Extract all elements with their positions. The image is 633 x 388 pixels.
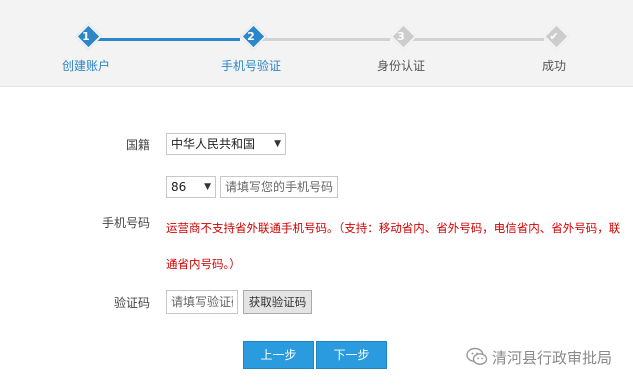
prev-step-button[interactable]: 上一步 — [243, 341, 314, 369]
get-code-button[interactable]: 获取验证码 — [243, 290, 312, 314]
step-label: 创建账户 — [61, 59, 110, 73]
step-label: 手机号验证 — [220, 59, 281, 73]
next-step-button[interactable]: 下一步 — [316, 341, 387, 369]
wechat-icon — [466, 347, 488, 365]
step-number: 1 — [82, 30, 90, 43]
step-number: 2 — [247, 30, 255, 43]
nationality-label: 国籍 — [125, 138, 150, 152]
step-label: 成功 — [541, 59, 566, 73]
country-code-value: 86 — [171, 180, 187, 194]
verification-code-label: 验证码 — [113, 296, 150, 310]
step-label: 身份认证 — [376, 59, 425, 73]
step-number: 3 — [397, 30, 405, 43]
phone-carrier-notice: 运营商不支持省外联通手机号码。（支持：移动省内、省外号码，电信省内、省外号码，联… — [166, 221, 621, 271]
phone-input[interactable] — [220, 176, 338, 198]
step-connector-2 — [262, 38, 390, 41]
dropdown-arrow-icon: ▼ — [204, 182, 211, 192]
nationality-select[interactable]: 中华人民共和国 ▼ — [166, 133, 286, 155]
watermark: 清河县行政审批局 — [466, 346, 612, 368]
step-connector-3 — [412, 38, 544, 41]
watermark-text: 清河县行政审批局 — [492, 348, 613, 367]
step-progress-bar: 1 创建账户 2 手机号验证 3 身份认证 ✔ 成功 — [0, 0, 633, 87]
checkmark-icon: ✔ — [549, 30, 559, 43]
dropdown-arrow-icon: ▼ — [274, 139, 281, 149]
verification-code-input[interactable] — [166, 290, 238, 314]
country-code-select[interactable]: 86 ▼ — [166, 176, 216, 198]
nationality-value: 中华人民共和国 — [171, 137, 256, 151]
step-connector-1 — [92, 38, 240, 41]
phone-label: 手机号码 — [101, 216, 150, 230]
